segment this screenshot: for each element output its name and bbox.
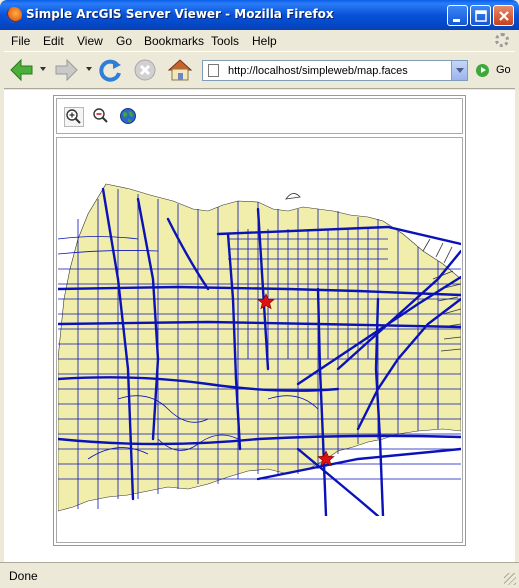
maximize-icon	[475, 10, 487, 22]
navigation-toolbar: Go	[4, 52, 515, 89]
minimize-button[interactable]	[447, 5, 468, 26]
back-history-arrow[interactable]	[40, 67, 46, 71]
home-icon	[167, 59, 193, 81]
menu-go[interactable]: Go	[116, 34, 132, 48]
address-bar[interactable]	[202, 60, 468, 81]
menu-file[interactable]: File	[11, 34, 30, 48]
menu-tools[interactable]: Tools	[211, 34, 239, 48]
reload-icon	[99, 59, 121, 82]
zoom-in-icon	[66, 109, 81, 124]
full-extent-globe-icon	[120, 108, 136, 124]
resize-grip[interactable]	[504, 573, 516, 585]
zoom-out-icon	[93, 108, 108, 123]
window-titlebar[interactable]: Simple ArcGIS Server Viewer - Mozilla Fi…	[0, 0, 519, 30]
zoom-in-tool[interactable]	[64, 107, 84, 127]
status-bar: Done	[0, 562, 519, 588]
minimize-icon	[453, 19, 460, 22]
map-frame	[56, 137, 463, 543]
maximize-button[interactable]	[470, 5, 491, 26]
menu-bookmarks[interactable]: Bookmarks	[144, 34, 204, 48]
forward-history-arrow[interactable]	[86, 67, 92, 71]
page-content	[4, 90, 515, 562]
menu-help[interactable]: Help	[252, 34, 277, 48]
home-button[interactable]	[166, 57, 194, 83]
url-input[interactable]	[228, 64, 448, 78]
window-title: Simple ArcGIS Server Viewer - Mozilla Fi…	[26, 7, 334, 21]
stop-button[interactable]	[132, 57, 160, 83]
page-icon	[208, 64, 219, 77]
url-history-dropdown[interactable]	[451, 61, 467, 80]
close-icon	[499, 11, 509, 21]
forward-button[interactable]	[52, 57, 80, 83]
close-button[interactable]	[493, 5, 514, 26]
firefox-icon	[6, 7, 22, 23]
back-button[interactable]	[8, 57, 36, 83]
go-label: Go	[496, 64, 511, 76]
map-toolbar	[56, 98, 463, 134]
reload-button[interactable]	[97, 57, 125, 83]
back-icon	[10, 58, 33, 82]
zoom-out-tool[interactable]	[92, 107, 112, 127]
throbber-icon	[495, 33, 509, 47]
map-viewer-panel	[53, 95, 466, 546]
status-text: Done	[9, 569, 38, 583]
go-arrow-icon	[476, 64, 489, 77]
street-map[interactable]	[58, 139, 461, 516]
stop-icon	[134, 59, 156, 81]
forward-icon	[55, 58, 78, 82]
menu-edit[interactable]: Edit	[43, 34, 64, 48]
menu-view[interactable]: View	[77, 34, 103, 48]
menu-bar: File Edit View Go Bookmarks Tools Help	[4, 30, 515, 52]
full-extent-tool[interactable]	[119, 107, 139, 127]
harbor-outline	[285, 193, 301, 200]
